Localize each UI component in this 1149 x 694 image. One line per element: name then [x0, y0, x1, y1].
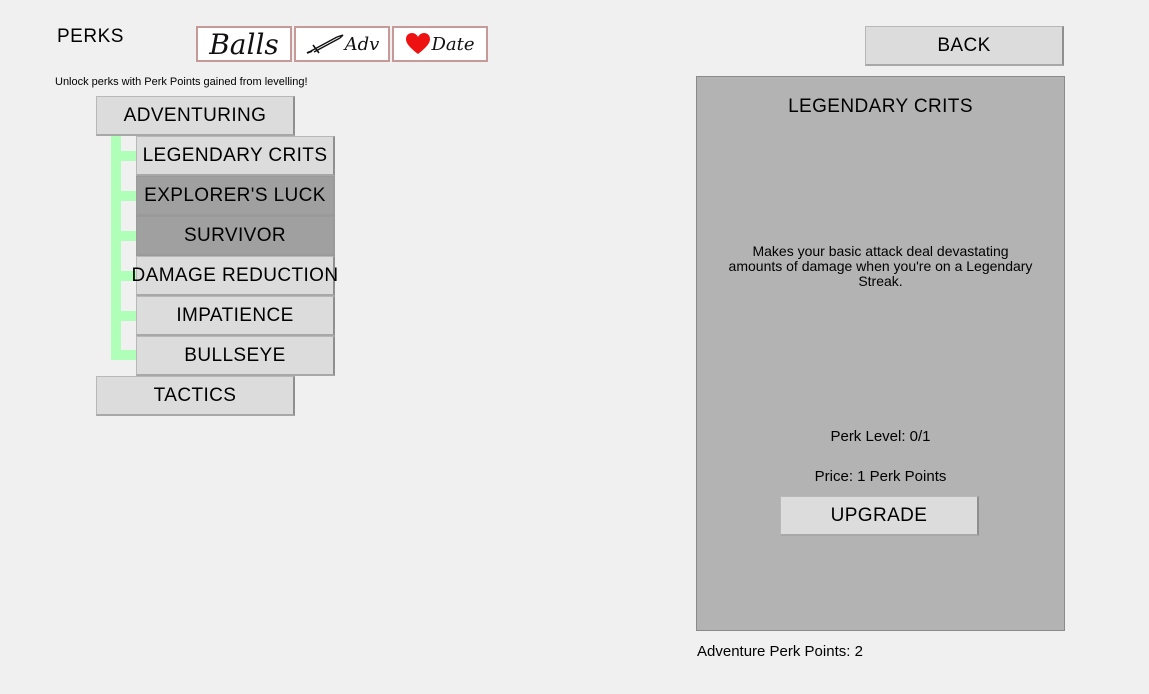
perk-points-counter: Adventure Perk Points: 2 [697, 643, 863, 660]
perk-damage-reduction[interactable]: DAMAGE REDUCTION [132, 256, 338, 296]
tree-branch [111, 191, 137, 201]
perk-impatience[interactable]: IMPATIENCE [136, 296, 335, 336]
tab-balls-label: Balls [209, 27, 279, 61]
tree-connector [111, 136, 121, 360]
tab-adv[interactable]: Adv [294, 26, 390, 62]
tree-branch [111, 231, 137, 241]
perk-detail-description: Makes your basic attack deal devastating… [728, 243, 1033, 289]
tab-bar: Balls Adv Date [196, 26, 488, 62]
sword-icon [305, 34, 345, 54]
category-tactics-button[interactable]: TACTICS [96, 376, 295, 416]
perk-survivor[interactable]: SURVIVOR [136, 216, 335, 256]
tab-adv-label: Adv [344, 33, 380, 55]
heart-icon [405, 32, 431, 56]
perk-explorers-luck[interactable]: EXPLORER'S LUCK [136, 176, 335, 216]
tree-branch [111, 350, 137, 360]
perk-detail-panel: LEGENDARY CRITS Makes your basic attack … [696, 76, 1065, 631]
tree-branch [111, 151, 137, 161]
page-title: PERKS [57, 26, 124, 47]
perk-detail-title: LEGENDARY CRITS [788, 96, 973, 117]
perk-legendary-crits[interactable]: LEGENDARY CRITS [136, 136, 335, 176]
tab-date[interactable]: Date [392, 26, 488, 62]
tree-branch [111, 311, 137, 321]
upgrade-button[interactable]: UPGRADE [780, 496, 979, 536]
perk-price: Price: 1 Perk Points [814, 468, 947, 485]
back-button[interactable]: BACK [865, 26, 1064, 66]
tab-date-label: Date [431, 33, 475, 55]
perk-level: Perk Level: 0/1 [830, 428, 931, 445]
category-adventuring-button[interactable]: ADVENTURING [96, 96, 295, 136]
tab-balls[interactable]: Balls [196, 26, 292, 62]
perk-list: LEGENDARY CRITS EXPLORER'S LUCK SURVIVOR… [132, 136, 338, 376]
perk-bullseye[interactable]: BULLSEYE [136, 336, 335, 376]
page-subtitle: Unlock perks with Perk Points gained fro… [55, 76, 308, 88]
